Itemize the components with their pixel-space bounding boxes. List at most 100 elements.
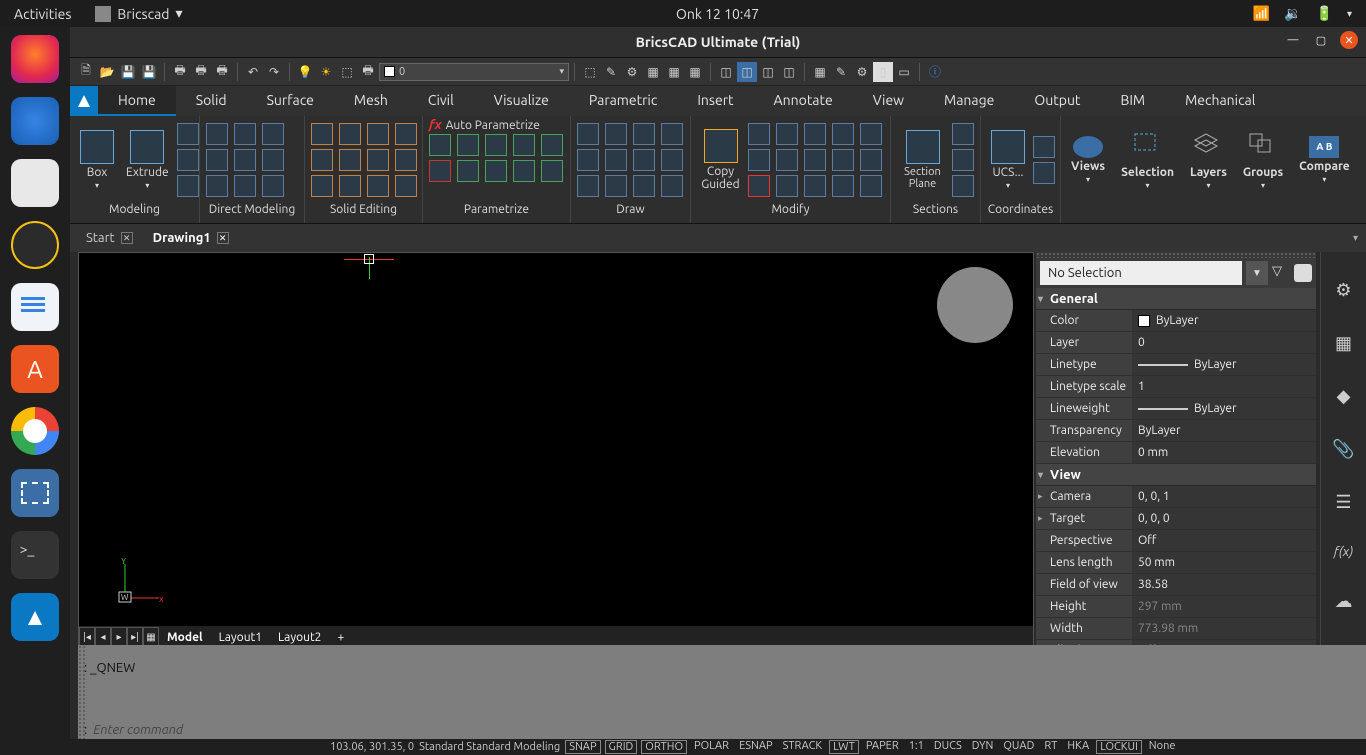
layers-button[interactable]: Layers▾ bbox=[1186, 128, 1231, 192]
software-center-icon[interactable]: A bbox=[11, 345, 59, 393]
m-8[interactable] bbox=[804, 149, 826, 171]
tab-model[interactable]: Model bbox=[159, 631, 211, 644]
props-value[interactable]: 1 bbox=[1132, 376, 1316, 397]
m-9[interactable] bbox=[832, 149, 854, 171]
auto-parametrize-button[interactable]: fxAuto Parametrize bbox=[429, 118, 540, 132]
layout-list-icon[interactable]: ▦ bbox=[143, 627, 159, 647]
se-2[interactable] bbox=[339, 123, 361, 145]
tool-icon-1[interactable]: ⬚ bbox=[580, 62, 600, 82]
tab-home[interactable]: Home bbox=[98, 86, 176, 116]
status-toggle-lwt[interactable]: LWT bbox=[829, 740, 859, 754]
quickselect-icon[interactable] bbox=[1294, 264, 1312, 282]
lookfrom-widget[interactable] bbox=[937, 267, 1013, 343]
lightbulb-icon[interactable]: 💡 bbox=[295, 62, 315, 82]
d-6[interactable] bbox=[605, 149, 627, 171]
status-toggle-lockui[interactable]: LOCKUI bbox=[1096, 740, 1142, 754]
minimize-button[interactable]: — bbox=[1284, 31, 1302, 49]
se-11[interactable] bbox=[367, 175, 389, 197]
p-8[interactable] bbox=[485, 160, 507, 182]
p-5[interactable] bbox=[541, 134, 563, 156]
status-standard[interactable]: Standard Standard Modeling bbox=[419, 741, 560, 753]
rail-chain-icon[interactable]: ☰ bbox=[1335, 492, 1351, 513]
m-15[interactable] bbox=[860, 175, 882, 197]
p-6[interactable] bbox=[429, 160, 451, 182]
redo-icon[interactable]: ↷ bbox=[264, 62, 284, 82]
dm-4[interactable] bbox=[206, 149, 228, 171]
d-5[interactable] bbox=[577, 149, 599, 171]
tab-layout1[interactable]: Layout1 bbox=[211, 631, 270, 644]
tool-icon-9[interactable]: ◫ bbox=[758, 62, 778, 82]
d-3[interactable] bbox=[633, 123, 655, 145]
dm-5[interactable] bbox=[234, 149, 256, 171]
se-10[interactable] bbox=[339, 175, 361, 197]
p-2[interactable] bbox=[457, 134, 479, 156]
p-4[interactable] bbox=[513, 134, 535, 156]
new-icon[interactable]: 🗎 bbox=[76, 62, 96, 82]
props-row[interactable]: LinetypeByLayer bbox=[1036, 354, 1316, 376]
tab-bim[interactable]: BIM bbox=[1100, 86, 1165, 116]
se-7[interactable] bbox=[367, 149, 389, 171]
se-1[interactable] bbox=[311, 123, 333, 145]
status-toggle-hka[interactable]: HKA bbox=[1064, 740, 1092, 754]
modeling-mini-1[interactable] bbox=[177, 123, 199, 145]
d-7[interactable] bbox=[633, 149, 655, 171]
save-icon[interactable]: 💾 bbox=[118, 62, 138, 82]
layout-first-icon[interactable]: |◂ bbox=[79, 627, 95, 647]
tab-insert[interactable]: Insert bbox=[677, 86, 753, 116]
props-row[interactable]: PerspectiveOff bbox=[1036, 530, 1316, 552]
files-icon[interactable] bbox=[11, 159, 59, 207]
props-row[interactable]: ▸Target0, 0, 0 bbox=[1036, 508, 1316, 530]
close-button[interactable]: ✕ bbox=[1340, 31, 1358, 49]
thunderbird-icon[interactable] bbox=[11, 97, 59, 145]
tab-solid[interactable]: Solid bbox=[176, 86, 247, 116]
command-input[interactable]: Enter command bbox=[93, 723, 183, 737]
co-2[interactable] bbox=[1033, 162, 1055, 184]
m-10[interactable] bbox=[860, 149, 882, 171]
m-4[interactable] bbox=[832, 123, 854, 145]
tab-start[interactable]: Start✕ bbox=[76, 224, 143, 252]
tab-overflow-icon[interactable]: ▾ bbox=[1353, 232, 1358, 244]
m-5[interactable] bbox=[860, 123, 882, 145]
tab-parametric[interactable]: Parametric bbox=[569, 86, 677, 116]
undo-icon[interactable]: ↶ bbox=[243, 62, 263, 82]
props-value[interactable]: 38.58 bbox=[1132, 574, 1316, 595]
props-row[interactable]: Layer0 bbox=[1036, 332, 1316, 354]
help-icon[interactable]: ⓘ bbox=[925, 62, 945, 82]
rhythmbox-icon[interactable] bbox=[11, 221, 59, 269]
selection-button[interactable]: Selection▾ bbox=[1117, 128, 1178, 192]
ucs-button[interactable]: UCS...▾ bbox=[987, 128, 1029, 192]
d-9[interactable] bbox=[577, 175, 599, 197]
status-toggle-ortho[interactable]: ORTHO bbox=[641, 740, 687, 754]
rail-cloud-icon[interactable]: ☁ bbox=[1335, 591, 1353, 612]
m-13[interactable] bbox=[804, 175, 826, 197]
tab-view[interactable]: View bbox=[853, 86, 924, 116]
m-11[interactable] bbox=[748, 175, 770, 197]
p-3[interactable] bbox=[485, 134, 507, 156]
m-3[interactable] bbox=[804, 123, 826, 145]
status-toggle-ducs[interactable]: DUCS bbox=[931, 740, 965, 754]
firefox-icon[interactable] bbox=[11, 35, 59, 83]
status-toggle-polar[interactable]: POLAR bbox=[691, 740, 732, 754]
status-toggle-dyn[interactable]: DYN bbox=[969, 740, 997, 754]
saveas-icon[interactable]: 💾 bbox=[139, 62, 159, 82]
tool-icon-10[interactable]: ◫ bbox=[779, 62, 799, 82]
props-row[interactable]: ▸Camera0, 0, 1 bbox=[1036, 486, 1316, 508]
props-row[interactable]: Width773.98 mm bbox=[1036, 618, 1316, 640]
d-1[interactable] bbox=[577, 123, 599, 145]
tab-layout2[interactable]: Layout2 bbox=[270, 631, 329, 644]
volume-icon[interactable]: 🔉 bbox=[1284, 5, 1301, 22]
activities-button[interactable]: Activities bbox=[14, 6, 71, 22]
extrude-button[interactable]: Extrude▾ bbox=[122, 128, 173, 192]
props-value[interactable]: ByLayer bbox=[1132, 354, 1316, 375]
tool-icon-5[interactable]: ▦ bbox=[664, 62, 684, 82]
sec-2[interactable] bbox=[952, 149, 974, 171]
se-8[interactable] bbox=[395, 149, 417, 171]
d-4[interactable] bbox=[661, 123, 683, 145]
p-9[interactable] bbox=[513, 160, 535, 182]
props-row[interactable]: Linetype scale1 bbox=[1036, 376, 1316, 398]
co-1[interactable] bbox=[1033, 136, 1055, 158]
chrome-icon[interactable] bbox=[11, 407, 59, 455]
p-1[interactable] bbox=[429, 134, 451, 156]
tab-mesh[interactable]: Mesh bbox=[334, 86, 408, 116]
clock[interactable]: Onk 12 10:47 bbox=[183, 6, 1253, 22]
